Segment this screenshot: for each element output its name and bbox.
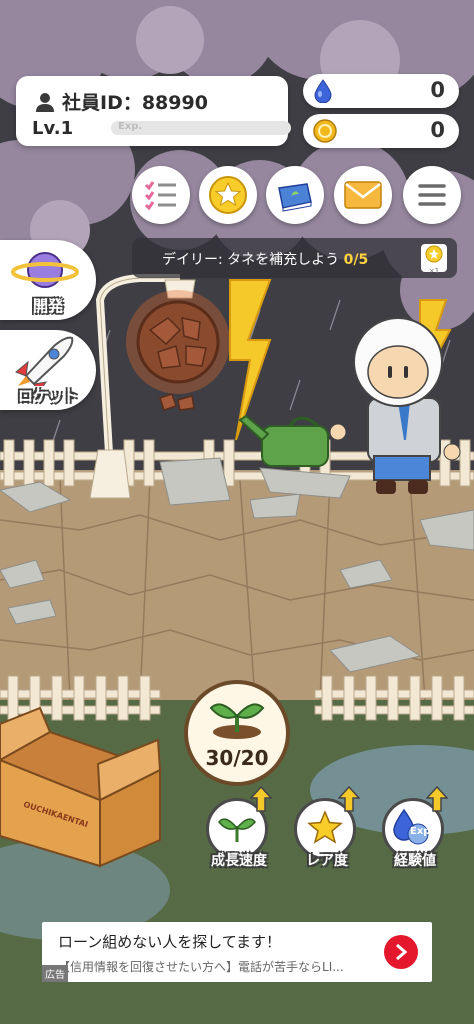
storm-background — [0, 0, 474, 1024]
hamburger-menu-icon — [418, 184, 446, 206]
list-icon — [144, 181, 176, 210]
seed-count: 30/20 — [205, 746, 269, 770]
coin-icon — [313, 119, 337, 143]
main-menu-button[interactable] — [403, 166, 461, 224]
daily-task-progress: 0/5 — [343, 252, 369, 268]
water-currency[interactable]: 0 — [303, 74, 459, 108]
encyclopedia-button[interactable] — [266, 166, 324, 224]
daily-task-banner[interactable]: デイリー: タネを補充しよう 0/5 ×1 — [132, 238, 457, 278]
rocket-button[interactable]: ロケット — [0, 330, 96, 410]
reward-multiplier: ×1 — [428, 267, 440, 275]
exp-upgrade-button[interactable]: Exp 経験値 — [382, 786, 448, 869]
growth-speed-label: 成長速度 — [211, 853, 267, 869]
sprout-icon — [209, 703, 265, 739]
ad-title: ローン組めない人を探してます！ — [58, 933, 282, 951]
rarity-label: レア度 — [306, 853, 348, 869]
level-label: Lv.1 — [32, 118, 74, 139]
reward-badge: ×1 — [421, 244, 447, 275]
coin-currency[interactable]: 0 — [303, 114, 459, 148]
coin-value: 0 — [430, 118, 445, 142]
achievement-button[interactable] — [199, 166, 257, 224]
rocket-label: ロケット — [17, 387, 78, 405]
ad-open-button[interactable] — [384, 935, 418, 969]
employee-id: 社員ID：88990 — [62, 92, 208, 114]
task-list-button[interactable] — [132, 166, 190, 224]
ad-subtitle: 【信用情報を回復させたい方へ】電話が苦手ならLI... — [58, 960, 344, 974]
growth-speed-upgrade-button[interactable]: 成長速度 — [206, 786, 272, 869]
daily-task-text: デイリー: タネを補充しよう 0/5 — [162, 249, 368, 269]
user-icon — [36, 92, 54, 112]
exp-label: 経験値 — [394, 853, 436, 869]
exp-progress-bar: Exp. — [111, 121, 291, 135]
daily-task-label: デイリー: タネを補充しよう — [162, 252, 340, 268]
mail-button[interactable] — [334, 166, 392, 224]
sprout-icon — [218, 818, 256, 842]
mail-icon — [344, 181, 382, 209]
ad-tag: 広告 — [42, 965, 68, 982]
exp-badge-text: Exp — [410, 826, 431, 837]
arrow-up-icon — [338, 786, 360, 812]
book-icon — [278, 183, 312, 212]
arrow-up-icon — [426, 786, 448, 812]
development-label: 開発 — [32, 297, 63, 315]
ad-banner[interactable]: ローン組めない人を探してます！ 【信用情報を回復させたい方へ】電話が苦手ならLI… — [42, 922, 432, 982]
water-drop-icon — [314, 79, 332, 103]
exp-label: Exp. — [118, 121, 143, 132]
arrow-right-icon — [396, 943, 408, 961]
profile-card[interactable]: 社員ID：88990 Lv.1 Exp. — [16, 76, 291, 146]
star-icon — [307, 810, 343, 844]
rocket-icon — [15, 336, 74, 386]
development-button[interactable]: 開発 — [0, 240, 96, 320]
planet-icon — [11, 252, 79, 288]
seed-button[interactable]: 30/20 — [184, 680, 290, 786]
star-coin-icon — [425, 245, 443, 263]
arrow-up-icon — [250, 786, 272, 812]
water-value: 0 — [430, 78, 445, 102]
star-medal-icon — [209, 176, 247, 214]
rarity-upgrade-button[interactable]: レア度 — [294, 786, 360, 869]
